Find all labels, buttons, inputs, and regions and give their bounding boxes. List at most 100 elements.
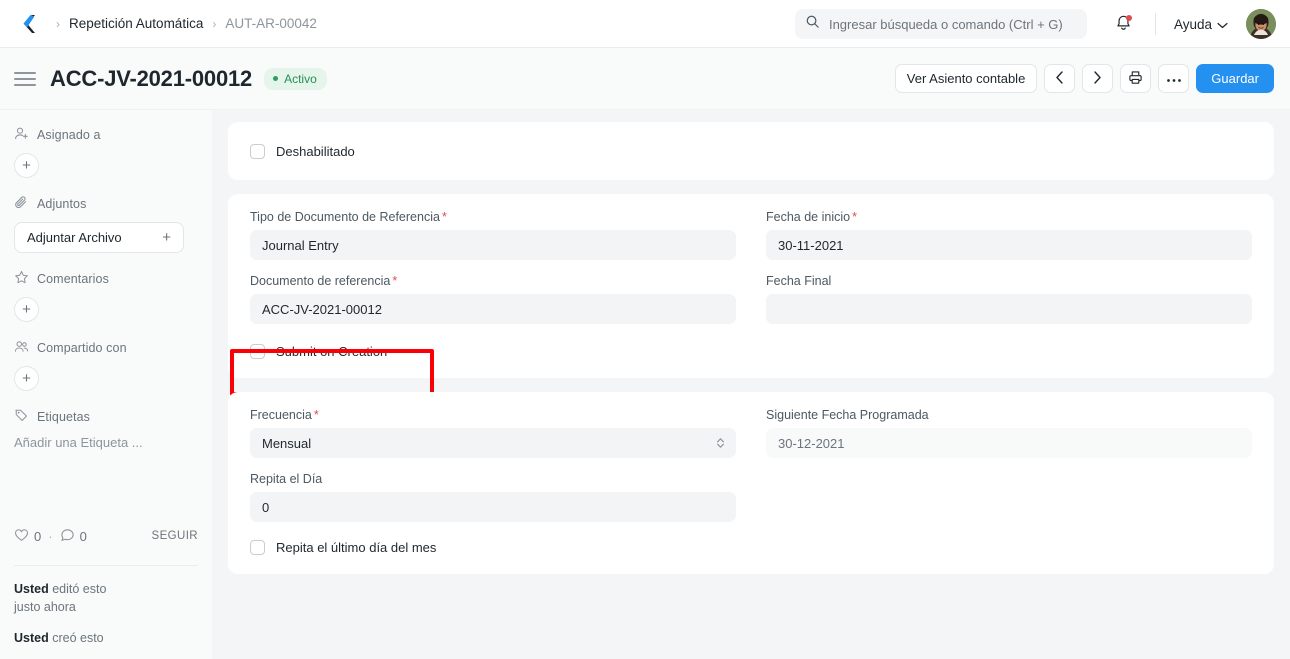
activity-action: creó esto	[52, 631, 104, 645]
status-badge: Activo	[264, 67, 327, 90]
reference-document-input[interactable]: ACC-JV-2021-00012	[250, 294, 736, 324]
prev-document-button[interactable]	[1044, 64, 1076, 93]
ellipsis-icon	[1166, 71, 1182, 86]
breadcrumb-separator-1: ›	[56, 16, 60, 31]
activity-entry: Usted creó esto	[14, 629, 204, 647]
sidebar-shared-header: Compartido con	[14, 339, 198, 357]
like-stat[interactable]: 0	[14, 528, 41, 545]
disabled-checkbox-label: Deshabilitado	[276, 143, 355, 159]
plus-icon: +	[162, 229, 171, 246]
search-input[interactable]: Ingresar búsqueda o comando (Ctrl + G)	[794, 9, 1087, 39]
field-label-text: Frecuencia	[250, 408, 312, 422]
required-marker: *	[441, 210, 447, 224]
repeat-last-day-label: Repita el último día del mes	[276, 539, 437, 555]
sidebar-tags-header: Etiquetas	[14, 408, 198, 426]
add-tag-input[interactable]: Añadir una Etiqueta ...	[14, 435, 198, 450]
status-dot-icon	[273, 76, 279, 81]
field-label-text: Fecha de inicio	[766, 210, 851, 224]
avatar[interactable]	[1246, 9, 1276, 39]
notification-unread-dot	[1125, 15, 1132, 21]
navbar-right-group: Ingresar búsqueda o comando (Ctrl + G) A…	[794, 0, 1276, 48]
hamburger-icon[interactable]	[14, 68, 36, 90]
form-section-disabled: Deshabilitado	[228, 122, 1274, 180]
breadcrumb-parent-link[interactable]: Repetición Automática	[69, 16, 203, 31]
field-label: Documento de referencia *	[250, 274, 736, 288]
assign-user-icon	[14, 126, 29, 144]
field-label: Fecha de inicio *	[766, 210, 1252, 224]
activity-time: justo ahora	[14, 600, 76, 614]
star-icon	[14, 270, 29, 288]
breadcrumb-separator-2: ›	[212, 16, 217, 31]
submit-on-creation-label: Submit on Creation	[276, 343, 388, 359]
sidebar-section-tags: Etiquetas Añadir una Etiqueta ...	[14, 408, 198, 450]
reference-doctype-input[interactable]: Journal Entry	[250, 230, 736, 260]
page-title: ACC-JV-2021-00012	[50, 65, 253, 91]
frequency-selected-value: Mensual	[262, 435, 312, 451]
page-body: Asignado a + Adjuntos Adjuntar Archivo +	[0, 110, 1290, 659]
form-section-frequency: Frecuencia * Mensual Siguiente Fecha Pro…	[228, 392, 1274, 574]
chevron-right-icon	[1093, 70, 1102, 87]
submit-on-creation-checkbox[interactable]	[250, 343, 265, 359]
field-frequency: Frecuencia * Mensual	[250, 408, 736, 458]
page-header: ACC-JV-2021-00012 Activo Ver Asiento con…	[0, 48, 1290, 110]
repeat-last-day-row[interactable]: Repita el último día del mes	[250, 536, 1252, 558]
sidebar-section-comments: Comentarios +	[14, 270, 198, 322]
next-schedule-date-value: 30-12-2021	[766, 428, 1252, 458]
submit-on-creation-row[interactable]: Submit on Creation	[250, 340, 1252, 362]
breadcrumb-current: AUT-AR-00042	[225, 16, 317, 31]
status-badge-label: Activo	[284, 71, 317, 86]
help-menu-button[interactable]: Ayuda	[1170, 13, 1232, 36]
required-marker: *	[392, 274, 398, 288]
printer-icon	[1128, 70, 1143, 88]
required-marker: *	[852, 210, 857, 224]
document-sidebar: Asignado a + Adjuntos Adjuntar Archivo +	[0, 110, 212, 659]
save-button[interactable]: Guardar	[1196, 64, 1274, 93]
users-icon	[14, 339, 29, 357]
sidebar-shared-label: Compartido con	[37, 341, 127, 355]
repeat-last-day-checkbox[interactable]	[250, 539, 265, 555]
notifications-button[interactable]	[1107, 7, 1141, 41]
field-repeat-on-day: Repita el Día 0	[250, 472, 736, 522]
next-document-button[interactable]	[1082, 64, 1114, 93]
field-start-date: Fecha de inicio * 30-11-2021	[766, 210, 1252, 260]
field-reference-doctype: Tipo de Documento de Referencia * Journal…	[250, 210, 736, 260]
start-date-input[interactable]: 30-11-2021	[766, 230, 1252, 260]
form-area: Deshabilitado Tipo de Documento de Refer…	[212, 110, 1290, 659]
end-date-input[interactable]	[766, 294, 1252, 324]
paperclip-icon	[14, 195, 29, 213]
brand-logo-icon[interactable]	[14, 11, 40, 37]
field-reference-document: Documento de referencia * ACC-JV-2021-000…	[250, 274, 736, 324]
field-end-date: Fecha Final	[766, 274, 1252, 324]
heart-icon	[14, 528, 29, 545]
form-section-reference: Tipo de Documento de Referencia * Journal…	[228, 194, 1274, 396]
sidebar-section-assigned: Asignado a +	[14, 126, 198, 178]
comment-stat[interactable]: 0	[60, 527, 87, 545]
more-actions-button[interactable]	[1158, 64, 1190, 93]
hamburger-line	[14, 71, 36, 74]
sidebar-comments-header: Comentarios	[14, 270, 198, 288]
repeat-on-day-input[interactable]: 0	[250, 492, 736, 522]
reference-fields-grid: Tipo de Documento de Referencia * Journal…	[250, 210, 1252, 338]
activity-actor: Usted	[14, 631, 49, 645]
frequency-select[interactable]: Mensual	[250, 428, 736, 458]
follow-button[interactable]: SEGUIR	[152, 530, 199, 542]
sidebar-stats: 0 · 0 SEGUIR	[14, 527, 198, 545]
attach-file-button[interactable]: Adjuntar Archivo +	[14, 222, 184, 253]
sidebar-divider	[14, 565, 198, 566]
view-ledger-button[interactable]: Ver Asiento contable	[894, 64, 1038, 93]
field-label-text: Siguiente Fecha Programada	[766, 408, 929, 422]
page-actions: Ver Asiento contable Guardar	[894, 64, 1274, 93]
field-next-schedule-date: Siguiente Fecha Programada 30-12-2021	[766, 408, 1252, 458]
add-share-button[interactable]: +	[14, 366, 39, 391]
print-button[interactable]	[1120, 64, 1152, 93]
attach-file-label: Adjuntar Archivo	[27, 230, 122, 245]
add-comment-button[interactable]: +	[14, 297, 39, 322]
help-label: Ayuda	[1173, 16, 1212, 32]
activity-actor: Usted	[14, 582, 49, 596]
disabled-checkbox[interactable]	[250, 143, 265, 159]
top-navbar: › Repetición Automática › AUT-AR-00042 I…	[0, 0, 1290, 48]
frequency-fields-grid: Frecuencia * Mensual Siguiente Fecha Pro…	[250, 408, 1252, 526]
field-label: Tipo de Documento de Referencia *	[250, 210, 736, 224]
disabled-checkbox-row[interactable]: Deshabilitado	[250, 140, 1252, 162]
add-assignment-button[interactable]: +	[14, 153, 39, 178]
